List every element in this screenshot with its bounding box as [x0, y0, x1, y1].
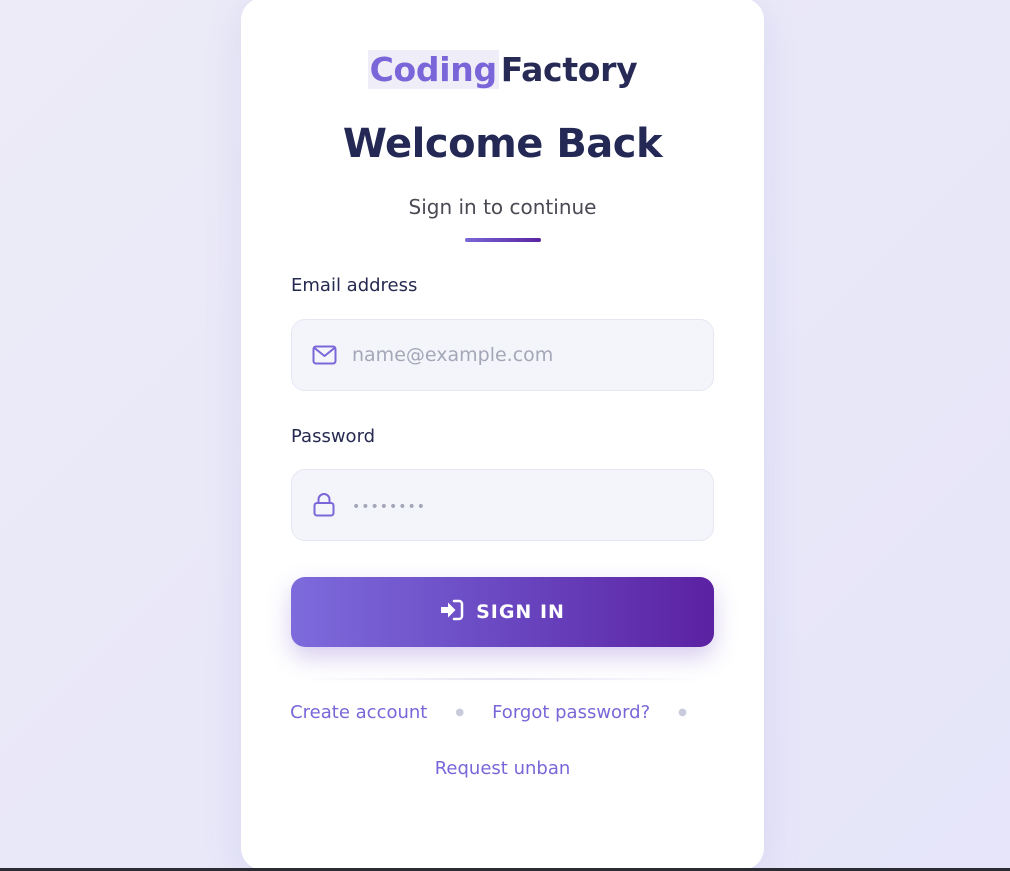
separator-dot: ● [455, 707, 465, 718]
separator-dot: ● [678, 707, 687, 718]
lock-icon [311, 492, 337, 518]
login-card: Coding Factory Welcome Back Sign in to co… [241, 0, 764, 870]
mail-icon [311, 342, 337, 368]
email-label: Email address [291, 275, 418, 296]
page-subtitle: Sign in to continue [408, 195, 597, 219]
email-field[interactable] [291, 319, 714, 391]
divider [301, 678, 704, 680]
sign-in-label: SIGN IN [476, 601, 565, 623]
create-account-link[interactable]: Create account [290, 702, 427, 723]
password-input[interactable] [352, 494, 692, 516]
page-title: Welcome Back [342, 121, 663, 167]
email-input[interactable] [352, 344, 692, 366]
request-unban-link[interactable]: Request unban [241, 758, 764, 779]
brand-logo: Coding Factory [241, 50, 764, 89]
sign-in-button[interactable]: SIGN IN [291, 577, 714, 647]
brand-name-rest: Factory [500, 50, 638, 89]
password-field[interactable] [291, 469, 714, 541]
forgot-password-link[interactable]: Forgot password? [492, 702, 650, 723]
title-underline [465, 238, 541, 242]
auth-links: Create account ● Forgot password? ● [241, 702, 764, 723]
password-label: Password [291, 426, 376, 447]
brand-highlight: Coding [367, 50, 499, 89]
sign-in-icon [440, 599, 464, 626]
